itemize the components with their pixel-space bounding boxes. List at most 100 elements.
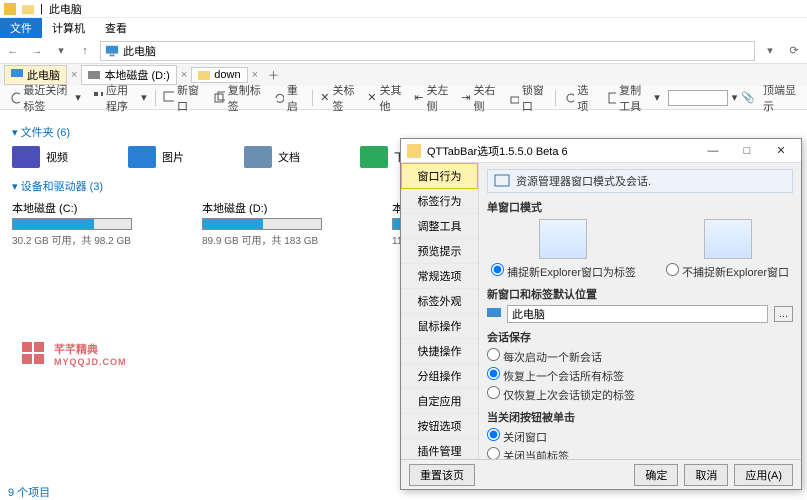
cancel-button[interactable]: 取消 (684, 464, 728, 486)
drive-label: 本地磁盘 (D:) (202, 200, 352, 216)
gear-icon (564, 91, 575, 105)
close-button[interactable]: ✕ (767, 144, 795, 157)
copytool-button[interactable]: 复制工具▾ (602, 82, 664, 114)
sidebar-item-mouse[interactable]: 鼠标操作 (401, 314, 478, 339)
folder-pictures[interactable]: 图片 (128, 146, 184, 168)
sidebar-item-window[interactable]: 窗口行为 (401, 163, 478, 189)
back-button[interactable]: ← (4, 45, 22, 57)
sidebar-item-general[interactable]: 常规选项 (401, 264, 478, 289)
grid-icon (93, 91, 103, 105)
pc-icon (105, 44, 119, 58)
videos-icon (12, 146, 40, 168)
sidebar-item-plugin[interactable]: 插件管理 (401, 439, 478, 459)
label: 关左侧 (427, 82, 450, 114)
chevron-down-icon[interactable]: ▾ (732, 91, 738, 104)
recent-dropdown[interactable]: ▾ (52, 44, 70, 57)
ok-button[interactable]: 确定 (634, 464, 678, 486)
sidebar-item-shortcut[interactable]: 快捷操作 (401, 339, 478, 364)
command-toolbar: 最近关闭标签▾ 应用程序▾ 新窗口 复制标签 重启 ✕关标签 ✕关其他 ⇤关左侧… (0, 86, 807, 110)
ribbon-tab-file[interactable]: 文件 (0, 18, 42, 38)
close-window-radio[interactable]: 关闭窗口 (487, 428, 547, 445)
sidebar-item-tweak[interactable]: 调整工具 (401, 214, 478, 239)
session-new-radio[interactable]: 每次启动一个新会话 (487, 348, 602, 365)
window-title: 此电脑 (49, 1, 82, 17)
dialog-body: 窗口行为 标签行为 调整工具 预览提示 常规选项 标签外观 鼠标操作 快捷操作 … (401, 163, 801, 459)
reopen-button[interactable]: 重启 (269, 82, 307, 114)
closeother-button[interactable]: ✕关其他 (363, 82, 406, 114)
copytag-button[interactable]: 复制标签 (210, 82, 265, 114)
close-current-radio[interactable]: 关闭当前标签 (487, 447, 569, 459)
x-icon: ✕ (320, 91, 329, 104)
ribbon-tab-computer[interactable]: 计算机 (42, 18, 95, 38)
browse-button[interactable]: ... (774, 306, 793, 322)
window-titlebar: | 此电脑 (0, 0, 807, 18)
options-button[interactable]: 选项 (560, 82, 598, 114)
refresh-button[interactable]: ⟳ (785, 44, 803, 57)
drive-d[interactable]: 本地磁盘 (D:) 89.9 GB 可用，共 183 GB (202, 200, 352, 247)
session-restore-radio[interactable]: 恢复上一个会话所有标签 (487, 367, 624, 384)
session-locked-radio[interactable]: 仅恢复上次会话锁定的标签 (487, 386, 635, 403)
reset-button[interactable]: 重置该页 (409, 464, 475, 486)
sidebar-item-app[interactable]: 自定应用 (401, 389, 478, 414)
closeright-button[interactable]: ⇥关右侧 (457, 82, 500, 114)
separator (155, 90, 156, 106)
attachment-icon[interactable]: 📎 (741, 91, 755, 104)
address-bar[interactable]: 此电脑 (100, 41, 755, 61)
up-button[interactable]: ↑ (76, 45, 94, 57)
lock-icon (508, 91, 519, 105)
label: 复制工具 (619, 82, 651, 114)
dialog-sidebar: 窗口行为 标签行为 调整工具 预览提示 常规选项 标签外观 鼠标操作 快捷操作 … (401, 163, 479, 459)
drive-usage-bar (202, 218, 322, 230)
label: 最近关闭标签 (23, 82, 72, 114)
drive-c[interactable]: 本地磁盘 (C:) 30.2 GB 可用，共 98.2 GB (12, 200, 162, 247)
minimize-button[interactable]: — (699, 145, 727, 157)
downloads-icon (360, 146, 388, 168)
folder-videos[interactable]: 视频 (12, 146, 68, 168)
label: 顶端显示 (763, 82, 797, 114)
closeleft-button[interactable]: ⇤关左侧 (410, 82, 453, 114)
recent-closed-button[interactable]: 最近关闭标签▾ (6, 82, 85, 114)
sidebar-item-appearance[interactable]: 标签外观 (401, 289, 478, 314)
folder-label: 视频 (46, 149, 68, 165)
copy-icon (214, 91, 225, 105)
ribbon-tab-view[interactable]: 查看 (95, 18, 137, 38)
dialog-footer: 重置该页 确定 取消 应用(A) (401, 459, 801, 489)
label: 应用程序 (106, 82, 138, 114)
tab-close[interactable]: × (69, 69, 79, 81)
mode-nocapture: 不捕捉新Explorer窗口 (666, 219, 789, 280)
tab-close[interactable]: × (250, 69, 260, 81)
toolbar-search-input[interactable] (668, 90, 728, 106)
default-location-input[interactable] (507, 305, 768, 323)
sidebar-item-button[interactable]: 按钮选项 (401, 414, 478, 439)
tab-close[interactable]: × (179, 69, 189, 81)
watermark-text: 芊芊精典 (54, 341, 127, 357)
forward-button[interactable]: → (28, 45, 46, 57)
closetag-button[interactable]: ✕关标签 (316, 82, 359, 114)
sidebar-item-tab[interactable]: 标签行为 (401, 189, 478, 214)
drive-free-text: 89.9 GB 可用，共 183 GB (202, 232, 352, 247)
mode-nocapture-radio[interactable]: 不捕捉新Explorer窗口 (666, 267, 789, 279)
app-launch-button[interactable]: 应用程序▾ (89, 82, 151, 114)
dialog-main: 资源管理器窗口模式及会话. 单窗口模式 捕捉新Explorer窗口为标签 不捕捉… (479, 163, 801, 459)
chevron-down-icon: ▾ (654, 91, 660, 104)
group-close: 当关闭按钮被单击 (487, 409, 793, 425)
window-icon (163, 91, 174, 105)
folder-documents[interactable]: 文档 (244, 146, 300, 168)
apply-button[interactable]: 应用(A) (734, 464, 793, 486)
pintop-button[interactable]: 顶端显示 (759, 82, 801, 114)
separator (312, 90, 313, 106)
newwin-button[interactable]: 新窗口 (159, 82, 206, 114)
dialog-header-text: 资源管理器窗口模式及会话. (516, 173, 651, 189)
default-location-row: ... (487, 305, 793, 323)
mode-capture-radio[interactable]: 捕捉新Explorer窗口为标签 (491, 267, 636, 279)
lockwin-button[interactable]: 锁窗口 (504, 82, 551, 114)
group-single-window: 单窗口模式 (487, 199, 793, 215)
sidebar-item-preview[interactable]: 预览提示 (401, 239, 478, 264)
maximize-button[interactable]: □ (733, 145, 761, 157)
address-text: 此电脑 (123, 43, 156, 59)
sidebar-item-group[interactable]: 分组操作 (401, 364, 478, 389)
dialog-header: 资源管理器窗口模式及会话. (487, 169, 793, 193)
documents-icon (244, 146, 272, 168)
address-dropdown[interactable]: ▾ (761, 44, 779, 57)
window-icon (494, 174, 510, 188)
